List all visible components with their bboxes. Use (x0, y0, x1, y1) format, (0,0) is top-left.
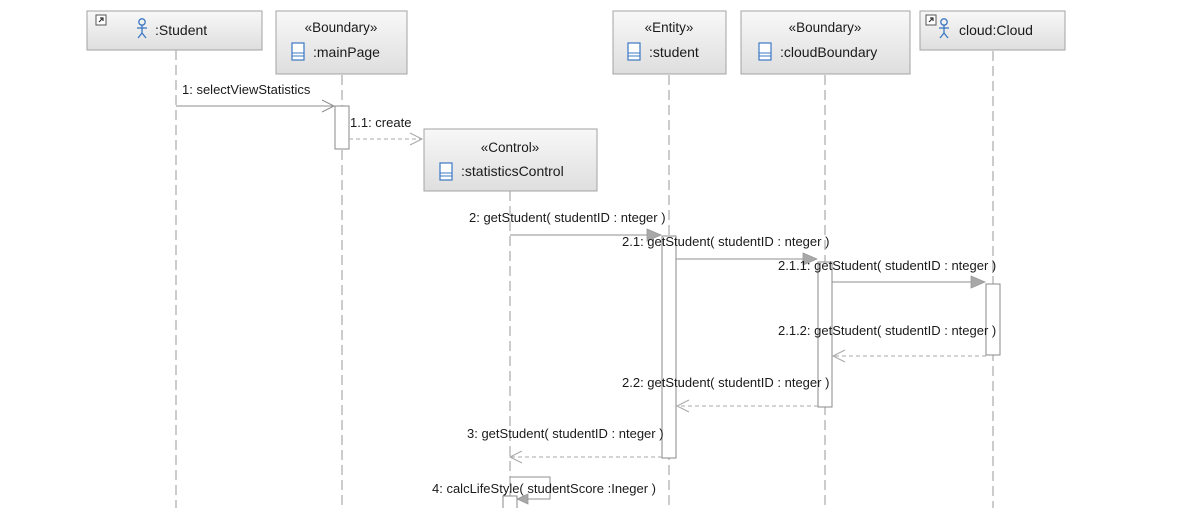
message-label: 2.1: getStudent( studentID : nteger ) (622, 234, 829, 249)
control-icon (439, 162, 453, 181)
lifeline-name: :cloudBoundary (780, 44, 877, 60)
sequence-diagram: :Student «Boundary» :mainPage «Control» … (86, 10, 1066, 508)
lifeline-name: :Student (155, 22, 207, 38)
lifeline-box-student-entity[interactable]: «Entity» :student (612, 10, 727, 75)
lifeline-box-statistics-control[interactable]: «Control» :statisticsControl (423, 128, 598, 192)
message-1[interactable]: 1: selectViewStatistics (176, 82, 336, 113)
activation-student-entity[interactable] (661, 235, 677, 459)
message-3[interactable]: 3: getStudent( studentID : nteger ) (467, 426, 664, 464)
lifeline-stereotype: «Entity» (645, 20, 694, 35)
message-label: 1.1: create (350, 115, 411, 130)
message-label: 4: calcLifeStyle( studentScore :Ineger ) (432, 481, 656, 496)
activation-cloud[interactable] (985, 283, 1001, 356)
lifeline-stereotype: «Control» (481, 140, 540, 155)
activation-mainpage[interactable] (334, 105, 350, 150)
message-label: 3: getStudent( studentID : nteger ) (467, 426, 664, 441)
message-1-1[interactable]: 1.1: create (349, 115, 424, 146)
shortcut-icon (925, 14, 937, 26)
lifeline-name: :student (649, 44, 699, 60)
lifeline-box-cloud[interactable]: cloud:Cloud (919, 10, 1066, 51)
lifeline-stereotype: «Boundary» (305, 20, 378, 35)
lifeline-stereotype: «Boundary» (789, 20, 862, 35)
shortcut-icon (95, 14, 107, 26)
message-2-2[interactable]: 2.2: getStudent( studentID : nteger ) (622, 375, 829, 413)
message-label: 2: getStudent( studentID : nteger ) (469, 210, 666, 225)
message-4[interactable]: 4: calcLifeStyle( studentScore :Ineger ) (432, 476, 656, 505)
filled-arrowhead (970, 275, 987, 289)
activation-statistics-control-self[interactable] (502, 495, 518, 508)
message-2-1-1[interactable]: 2.1.1: getStudent( studentID : nteger ) (778, 258, 996, 289)
message-label: 2.2: getStudent( studentID : nteger ) (622, 375, 829, 390)
entity-icon (627, 42, 641, 61)
lifeline-name: :statisticsControl (461, 163, 564, 179)
message-label: 2.1.1: getStudent( studentID : nteger ) (778, 258, 996, 273)
message-2-1-2[interactable]: 2.1.2: getStudent( studentID : nteger ) (778, 323, 996, 363)
message-label: 1: selectViewStatistics (182, 82, 311, 97)
lifeline-box-cloud-boundary[interactable]: «Boundary» :cloudBoundary (740, 10, 911, 75)
lifeline-name: cloud:Cloud (959, 22, 1033, 38)
lifeline-name: :mainPage (313, 44, 380, 60)
lifeline-box-mainpage[interactable]: «Boundary» :mainPage (275, 10, 408, 75)
message-label: 2.1.2: getStudent( studentID : nteger ) (778, 323, 996, 338)
boundary-icon (291, 42, 305, 61)
lifeline-box-student-actor[interactable]: :Student (86, 10, 263, 51)
boundary-icon (758, 42, 772, 61)
